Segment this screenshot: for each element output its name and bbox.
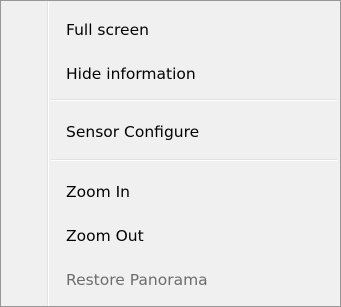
menu-item-hide-information[interactable]: Hide information — [4, 56, 337, 92]
menu-item-sensor-configure[interactable]: Sensor Configure — [4, 114, 337, 150]
menu-item-label: Hide information — [66, 65, 196, 83]
context-menu: Full screen Hide information Sensor Conf… — [0, 0, 341, 307]
menu-item-label: Zoom Out — [66, 227, 144, 245]
menu-item-label: Zoom In — [66, 183, 131, 201]
menu-item-label: Full screen — [66, 21, 149, 39]
menu-separator — [51, 159, 337, 161]
menu-item-full-screen[interactable]: Full screen — [4, 12, 337, 48]
menu-item-label: Sensor Configure — [66, 123, 200, 141]
menu-item-restore-panorama: Restore Panorama — [4, 262, 337, 298]
menu-item-zoom-out[interactable]: Zoom Out — [4, 218, 337, 254]
menu-item-zoom-in[interactable]: Zoom In — [4, 174, 337, 210]
menu-item-label: Restore Panorama — [66, 271, 208, 289]
menu-separator — [51, 99, 337, 101]
